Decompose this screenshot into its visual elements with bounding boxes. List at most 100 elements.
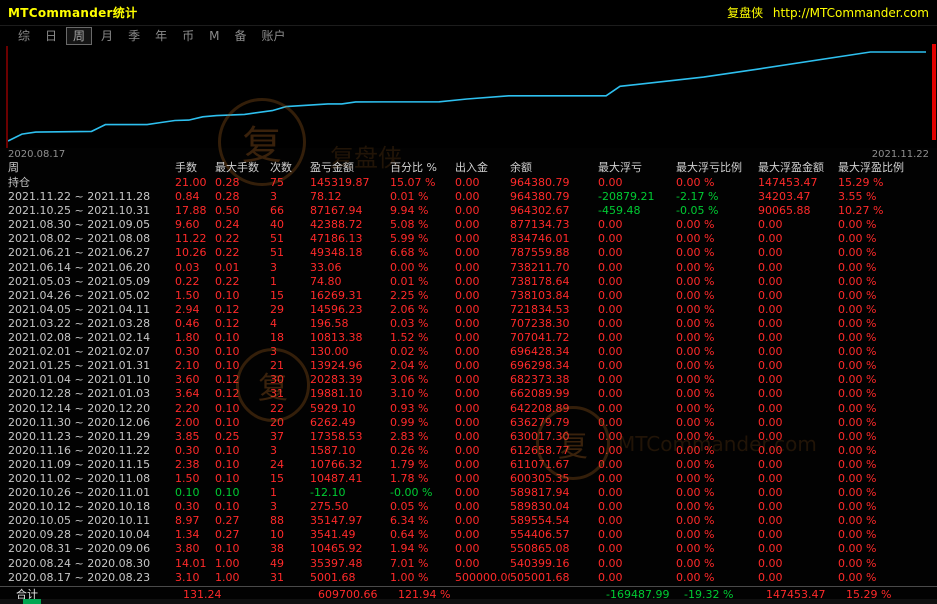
table-row[interactable]: 2021.02.01 ~ 2021.02.070.300.103130.000.… xyxy=(0,345,937,359)
menu-item-7[interactable]: 币 xyxy=(176,28,200,44)
brand-name-link[interactable]: 复盘侠 xyxy=(727,6,763,20)
menu-item-6[interactable]: 年 xyxy=(149,28,173,44)
value-cell: 3 xyxy=(270,500,310,514)
column-header[interactable]: 最大浮盈比例 xyxy=(838,161,937,176)
value-cell: 51 xyxy=(270,232,310,246)
value-cell: 0.00 % xyxy=(676,458,758,472)
column-header[interactable]: 最大手数 xyxy=(215,161,270,176)
value-cell: 0.10 xyxy=(215,458,270,472)
value-cell: 0.00 % xyxy=(676,486,758,500)
value-cell: 0.10 xyxy=(215,486,270,500)
value-cell: 0.00 % xyxy=(676,331,758,345)
value-cell: 0.24 xyxy=(215,218,270,232)
menu-item-8[interactable]: M xyxy=(203,28,225,44)
table-row[interactable]: 2021.11.22 ~ 2021.11.280.840.28378.120.0… xyxy=(0,190,937,204)
value-cell: 0.00 % xyxy=(838,416,937,430)
horizontal-scrollbar[interactable] xyxy=(0,599,937,604)
value-cell: 0.99 % xyxy=(390,416,455,430)
period-cell: 2021.04.26 ~ 2021.05.02 xyxy=(8,289,175,303)
value-cell: 0.00 % xyxy=(838,359,937,373)
menu-item-2[interactable]: 日 xyxy=(39,28,63,44)
table-row[interactable]: 2020.11.30 ~ 2020.12.062.000.10206262.49… xyxy=(0,416,937,430)
period-cell: 2021.04.05 ~ 2021.04.11 xyxy=(8,303,175,317)
column-header[interactable]: 余额 xyxy=(510,161,598,176)
vertical-scrollbar-thumb[interactable] xyxy=(932,44,936,140)
column-header[interactable]: 盈亏金额 xyxy=(310,161,390,176)
menu-item-4[interactable]: 月 xyxy=(95,28,119,44)
table-row[interactable]: 2021.06.14 ~ 2021.06.200.030.01333.060.0… xyxy=(0,261,937,275)
horizontal-scrollbar-thumb[interactable] xyxy=(23,599,41,604)
column-header[interactable]: 最大浮盈金额 xyxy=(758,161,838,176)
value-cell: 49 xyxy=(270,557,310,571)
value-cell: 611071.67 xyxy=(510,458,598,472)
brand-url-link[interactable]: http://MTCommander.com xyxy=(773,6,929,20)
value-cell: 0.00 % xyxy=(676,416,758,430)
value-cell: 0.01 % xyxy=(390,190,455,204)
value-cell: 0.46 xyxy=(175,317,215,331)
column-header[interactable]: 次数 xyxy=(270,161,310,176)
table-row[interactable]: 2021.08.02 ~ 2021.08.0811.220.225147186.… xyxy=(0,232,937,246)
value-cell: 147453.47 xyxy=(758,176,838,190)
table-row[interactable]: 2021.04.05 ~ 2021.04.112.940.122914596.2… xyxy=(0,303,937,317)
table-row[interactable]: 2020.08.24 ~ 2020.08.3014.011.004935397.… xyxy=(0,557,937,571)
menu-item-9[interactable]: 备 xyxy=(228,28,252,44)
menu-item-1[interactable]: 综 xyxy=(12,28,36,44)
menu-item-5[interactable]: 季 xyxy=(122,28,146,44)
period-cell: 2021.01.25 ~ 2021.01.31 xyxy=(8,359,175,373)
table-row[interactable]: 2020.12.14 ~ 2020.12.202.200.10225929.10… xyxy=(0,402,937,416)
table-row[interactable]: 2021.06.21 ~ 2021.06.2710.260.225149348.… xyxy=(0,246,937,260)
value-cell: 0.00 xyxy=(598,458,676,472)
value-cell: 0.02 % xyxy=(390,345,455,359)
value-cell: 0.01 xyxy=(215,261,270,275)
column-header[interactable]: 最大浮亏比例 xyxy=(676,161,758,176)
period-cell: 2021.03.22 ~ 2021.03.28 xyxy=(8,317,175,331)
value-cell: 964302.67 xyxy=(510,204,598,218)
table-row[interactable]: 2020.11.09 ~ 2020.11.152.380.102410766.3… xyxy=(0,458,937,472)
table-row[interactable]: 2020.12.28 ~ 2021.01.033.640.123119881.1… xyxy=(0,387,937,401)
table-row[interactable]: 2020.10.26 ~ 2020.11.010.100.101-12.10-0… xyxy=(0,486,937,500)
value-cell: 0.00 % xyxy=(838,557,937,571)
value-cell: 0.00 xyxy=(598,430,676,444)
table-row[interactable]: 2021.08.30 ~ 2021.09.059.600.244042388.7… xyxy=(0,218,937,232)
menu-item-3[interactable]: 周 xyxy=(66,27,92,45)
table-row[interactable]: 2021.02.08 ~ 2021.02.141.800.101810813.3… xyxy=(0,331,937,345)
table-row[interactable]: 2021.03.22 ~ 2021.03.280.460.124196.580.… xyxy=(0,317,937,331)
value-cell: 1.00 xyxy=(215,557,270,571)
column-header[interactable]: 手数 xyxy=(175,161,215,176)
table-row[interactable]: 2021.01.25 ~ 2021.01.312.100.102113924.9… xyxy=(0,359,937,373)
value-cell: 3.10 xyxy=(175,571,215,585)
value-cell: 2.94 xyxy=(175,303,215,317)
value-cell: 0.00 xyxy=(455,176,510,190)
value-cell: 196.58 xyxy=(310,317,390,331)
column-header[interactable]: 出入金 xyxy=(455,161,510,176)
menu-item-10[interactable]: 账户 xyxy=(255,28,291,44)
column-header[interactable]: 百分比 % xyxy=(390,161,455,176)
table-row[interactable]: 2020.08.17 ~ 2020.08.233.101.00315001.68… xyxy=(0,571,937,585)
table-row[interactable]: 2020.08.31 ~ 2020.09.063.800.103810465.9… xyxy=(0,542,937,556)
value-cell: 0.00 % xyxy=(676,359,758,373)
value-cell: 0.00 % xyxy=(676,430,758,444)
column-header[interactable]: 最大浮亏 xyxy=(598,161,676,176)
table-row[interactable]: 2020.11.23 ~ 2020.11.293.850.253717358.5… xyxy=(0,430,937,444)
value-cell: 0.00 % xyxy=(676,303,758,317)
value-cell: 0.00 xyxy=(598,486,676,500)
value-cell: 18 xyxy=(270,331,310,345)
value-cell: 1.78 % xyxy=(390,472,455,486)
table-row[interactable]: 2020.10.12 ~ 2020.10.180.300.103275.500.… xyxy=(0,500,937,514)
value-cell: 35397.48 xyxy=(310,557,390,571)
value-cell: -459.48 xyxy=(598,204,676,218)
table-row[interactable]: 2021.01.04 ~ 2021.01.103.600.123020283.3… xyxy=(0,373,937,387)
table-row[interactable]: 2020.11.16 ~ 2020.11.220.300.1031587.100… xyxy=(0,444,937,458)
table-row[interactable]: 2020.11.02 ~ 2020.11.081.500.101510487.4… xyxy=(0,472,937,486)
value-cell: 2.20 xyxy=(175,402,215,416)
table-row[interactable]: 2020.09.28 ~ 2020.10.041.340.27103541.49… xyxy=(0,528,937,542)
value-cell: 30 xyxy=(270,373,310,387)
value-cell: 0.00 xyxy=(455,204,510,218)
column-header[interactable]: 周 xyxy=(8,161,175,176)
table-row[interactable]: 2021.04.26 ~ 2021.05.021.500.101516269.3… xyxy=(0,289,937,303)
table-row[interactable]: 持仓21.000.2875145319.8715.07 %0.00964380.… xyxy=(0,176,937,190)
value-cell: 0.10 xyxy=(215,416,270,430)
table-row[interactable]: 2020.10.05 ~ 2020.10.118.970.278835147.9… xyxy=(0,514,937,528)
table-row[interactable]: 2021.10.25 ~ 2021.10.3117.880.506687167.… xyxy=(0,204,937,218)
table-row[interactable]: 2021.05.03 ~ 2021.05.090.220.22174.800.0… xyxy=(0,275,937,289)
